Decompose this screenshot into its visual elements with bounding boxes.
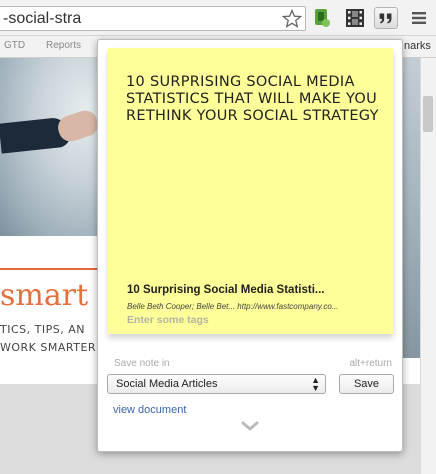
clip-title: 10 Surprising Social Media Statisti... bbox=[127, 284, 325, 296]
address-bar-text[interactable]: -social-stra bbox=[3, 10, 81, 28]
site-brand[interactable]: smart bbox=[0, 278, 88, 313]
bookmark-item[interactable]: GTD bbox=[4, 40, 25, 51]
film-icon[interactable] bbox=[343, 7, 367, 29]
notebook-select[interactable]: Social Media Articles ▲ ▼ bbox=[107, 374, 326, 394]
star-icon[interactable] bbox=[282, 9, 302, 29]
scrollbar-thumb[interactable] bbox=[423, 96, 433, 132]
save-button[interactable]: Save bbox=[339, 374, 394, 394]
quote-icon[interactable] bbox=[374, 7, 398, 29]
bookmark-overflow[interactable]: narks bbox=[404, 40, 431, 52]
tagline-line-1: TICS, TIPS, AN bbox=[0, 323, 85, 336]
shortcut-hint: alt+return bbox=[349, 358, 392, 369]
tags-input[interactable]: Enter some tags bbox=[127, 314, 209, 326]
extension-green-icon[interactable] bbox=[309, 7, 333, 29]
chevron-down-icon[interactable] bbox=[240, 420, 260, 432]
save-note-label: Save note in bbox=[114, 358, 170, 369]
bookmark-item[interactable]: Reports bbox=[46, 40, 81, 51]
view-document-link[interactable]: view document bbox=[113, 404, 186, 416]
notebook-select-value[interactable]: Social Media Articles bbox=[116, 378, 218, 390]
tagline-line-2: WORK SMARTER bbox=[0, 341, 97, 354]
accent-rule bbox=[0, 268, 110, 270]
browser-toolbar: -social-stra bbox=[0, 0, 436, 36]
clip-meta: Belle Beth Cooper; Belle Bet... http://w… bbox=[127, 302, 339, 311]
address-bar[interactable]: -social-stra bbox=[0, 6, 306, 31]
select-arrows-icon[interactable]: ▲ ▼ bbox=[311, 376, 320, 393]
menu-icon[interactable] bbox=[407, 7, 431, 29]
clip-popup: 10 SURPRISING SOCIAL MEDIA STATISTICS TH… bbox=[97, 39, 403, 452]
note-title[interactable]: 10 SURPRISING SOCIAL MEDIA STATISTICS TH… bbox=[126, 74, 381, 125]
sticky-note: 10 SURPRISING SOCIAL MEDIA STATISTICS TH… bbox=[108, 48, 393, 334]
